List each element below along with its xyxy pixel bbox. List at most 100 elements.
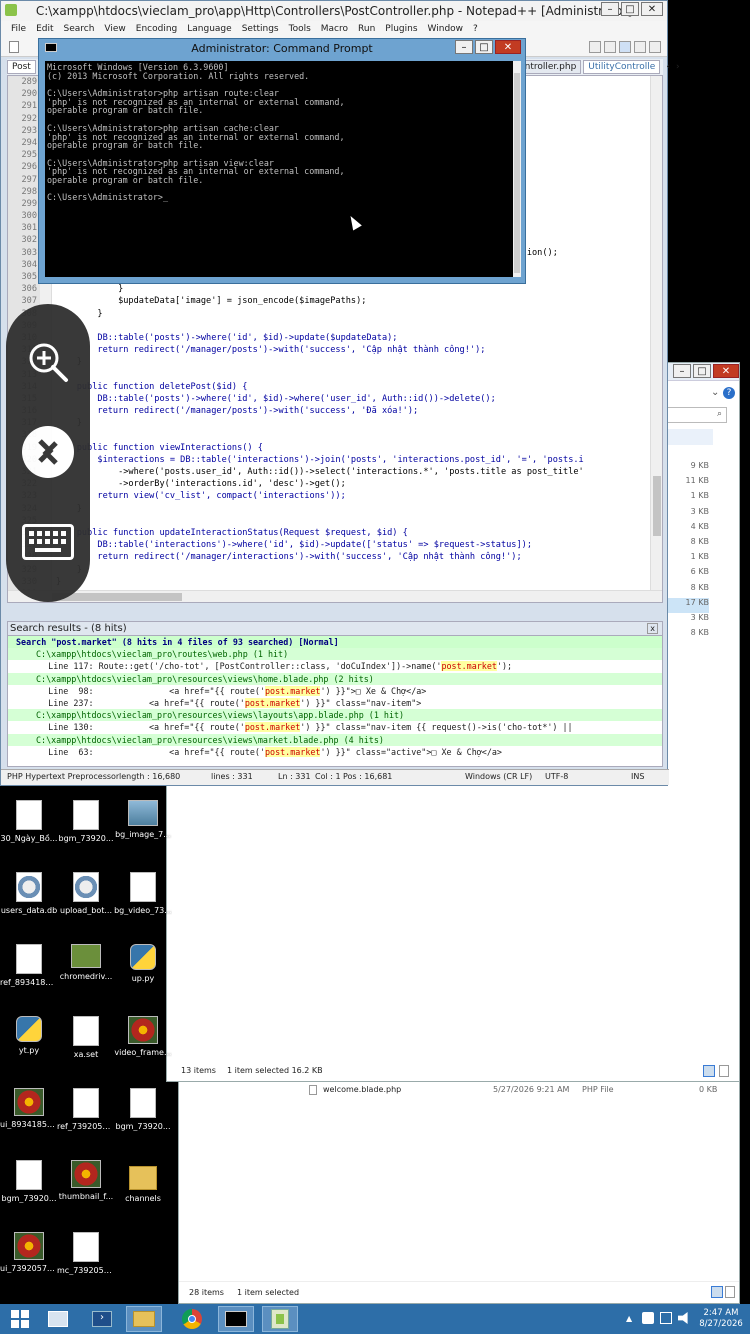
desktop-icon[interactable]: ref_8934185...: [0, 944, 58, 987]
tab-scroll-right-icon[interactable]: ›: [676, 62, 680, 72]
desktop-icon[interactable]: ref_7392057...: [57, 1088, 115, 1131]
desktop-icon[interactable]: chromedriv...: [57, 944, 115, 981]
macro-stop-icon[interactable]: [604, 40, 616, 53]
code-line[interactable]: }: [56, 503, 662, 515]
menu-item-search[interactable]: Search: [64, 24, 95, 34]
desktop-icon[interactable]: video_frame...: [114, 1016, 172, 1057]
menu-item-edit[interactable]: Edit: [36, 24, 53, 34]
menu-item-view[interactable]: View: [104, 24, 125, 34]
search-result-file[interactable]: C:\xampp\htdocs\vieclam_pro\resources\vi…: [8, 672, 662, 685]
maximize-button[interactable]: □: [475, 40, 493, 54]
code-line[interactable]: DB::table('posts')->where('id', $id)->wh…: [56, 393, 662, 405]
code-line[interactable]: }: [56, 564, 662, 576]
code-line[interactable]: $updateData['image'] = json_encode($imag…: [56, 295, 662, 307]
notepad-plus-plus-taskbar-icon[interactable]: [262, 1306, 298, 1332]
zoom-in-icon[interactable]: [26, 340, 70, 384]
code-line[interactable]: return view('cv_list', compact('interact…: [56, 490, 662, 502]
menu-item-settings[interactable]: Settings: [242, 24, 279, 34]
desktop-icon[interactable]: 30_Ngày_Bồ...: [0, 800, 58, 843]
file-explorer-icon[interactable]: [126, 1306, 162, 1332]
minimize-button[interactable]: –: [455, 40, 473, 54]
desktop-icon[interactable]: ui_73920577...: [0, 1232, 58, 1273]
chevron-down-icon[interactable]: ⌄: [711, 387, 719, 398]
desktop-icon[interactable]: up.py: [114, 944, 172, 983]
desktop-icon[interactable]: bg_video_73...: [114, 872, 172, 915]
close-button[interactable]: ✕: [641, 2, 663, 16]
search-results-panel[interactable]: Search results - (8 hits) x Search "post…: [7, 621, 663, 767]
console-scrollbar[interactable]: [513, 61, 521, 277]
search-result-head[interactable]: Search "post.market" (8 hits in 4 files …: [8, 636, 662, 649]
minimize-button[interactable]: –: [601, 2, 619, 16]
code-line[interactable]: return redirect('/manager/posts')->with(…: [56, 405, 662, 417]
scrollbar-thumb[interactable]: [653, 476, 661, 536]
menu-item-file[interactable]: File: [11, 24, 26, 34]
code-line[interactable]: [56, 369, 662, 381]
search-result-hit[interactable]: Line 63: <a href="{{ route('post.market'…: [8, 746, 662, 758]
desktop-icon[interactable]: mc_7392057...: [57, 1232, 115, 1275]
code-line[interactable]: return redirect('/manager/interactions')…: [56, 551, 662, 563]
close-button[interactable]: ✕: [495, 40, 521, 54]
menu-item-run[interactable]: Run: [358, 24, 375, 34]
maximize-button[interactable]: □: [621, 2, 639, 16]
macro-save-icon[interactable]: [649, 40, 661, 53]
help-icon[interactable]: ?: [723, 387, 735, 399]
menu-item-language[interactable]: Language: [187, 24, 231, 34]
search-result-hit[interactable]: Line 130: <a href="{{ route('post.market…: [8, 721, 662, 733]
new-file-icon[interactable]: [9, 40, 19, 53]
desktop-icon[interactable]: ui_89341858...: [0, 1088, 58, 1129]
desktop-icon[interactable]: users_data.db: [0, 872, 58, 915]
code-line[interactable]: $interactions = DB::table('interactions'…: [56, 454, 662, 466]
close-button[interactable]: ✕: [713, 364, 739, 378]
file-row[interactable]: welcome.blade.php 5/27/2026 9:21 AM PHP …: [307, 1084, 727, 1098]
search-input[interactable]: ⌕: [667, 407, 727, 423]
search-result-file[interactable]: C:\xampp\htdocs\vieclam_pro\resources\vi…: [8, 709, 662, 722]
menu-item-window[interactable]: Window: [428, 24, 464, 34]
large-icons-view-icon[interactable]: [725, 1286, 735, 1298]
code-line[interactable]: ->where('posts.user_id', Auth::id())->se…: [56, 466, 662, 478]
code-line[interactable]: public function deletePost($id) {: [56, 381, 662, 393]
clock[interactable]: 2:47 AM 8/27/2026: [696, 1308, 746, 1330]
minimize-button[interactable]: –: [673, 364, 691, 378]
desktop-icon[interactable]: yt.py: [0, 1016, 58, 1055]
menu-item-[interactable]: ?: [473, 24, 478, 34]
code-line[interactable]: [56, 515, 662, 527]
search-result-hit[interactable]: Line 237: <a href="{{ route('post.market…: [8, 697, 662, 709]
code-line[interactable]: public function updateInteractionStatus(…: [56, 527, 662, 539]
powershell-icon[interactable]: ›: [84, 1306, 120, 1332]
network-icon[interactable]: [642, 1312, 654, 1324]
desktop-icon[interactable]: xa.set: [57, 1016, 115, 1059]
code-line[interactable]: DB::table('posts')->where('id', $id)->up…: [56, 332, 662, 344]
macro-run-icon[interactable]: [634, 40, 646, 53]
macro-record-icon[interactable]: [589, 40, 601, 53]
remote-desktop-icon[interactable]: [22, 426, 74, 478]
cmd-taskbar-icon[interactable]: [218, 1306, 254, 1332]
maximize-button[interactable]: □: [693, 364, 711, 378]
server-manager-icon[interactable]: [40, 1306, 76, 1332]
desktop-icon[interactable]: bgm_73920...: [0, 1160, 58, 1203]
code-line[interactable]: }: [56, 576, 662, 588]
desktop-icon[interactable]: bgm_73920...: [114, 1088, 172, 1131]
desktop-icon[interactable]: upload_bot...: [57, 872, 115, 915]
sort-header[interactable]: [667, 429, 713, 445]
large-icons-view-icon[interactable]: [719, 1065, 729, 1077]
desktop-icon[interactable]: channels: [114, 1160, 172, 1203]
code-line[interactable]: [56, 429, 662, 441]
menu-item-plugins[interactable]: Plugins: [385, 24, 417, 34]
tab-scroll-left-icon[interactable]: ‹: [666, 62, 670, 72]
code-line[interactable]: ->orderBy('interactions.id', 'desc')->ge…: [56, 478, 662, 490]
cmd-titlebar[interactable]: Administrator: Command Prompt – □ ✕: [39, 39, 525, 57]
console-output[interactable]: Microsoft Windows [Version 6.3.9600] (c) …: [45, 61, 513, 277]
code-line[interactable]: }: [56, 308, 662, 320]
search-result-file[interactable]: C:\xampp\htdocs\vieclam_pro\resources\vi…: [8, 733, 662, 746]
menu-item-encoding[interactable]: Encoding: [136, 24, 177, 34]
menu-item-macro[interactable]: Macro: [321, 24, 348, 34]
code-line[interactable]: }: [56, 283, 662, 295]
tab-post-controller[interactable]: Post: [7, 60, 36, 74]
search-result-hit[interactable]: Line 98: <a href="{{ route('post.market'…: [8, 685, 662, 697]
desktop-icon[interactable]: bg_image_7...: [114, 800, 172, 839]
horizontal-scrollbar[interactable]: [8, 590, 662, 602]
command-prompt-window[interactable]: Administrator: Command Prompt – □ ✕ Micr…: [38, 38, 526, 284]
show-hidden-icons-icon[interactable]: ▲: [626, 1314, 632, 1323]
code-line[interactable]: }: [56, 417, 662, 429]
vertical-scrollbar[interactable]: [650, 76, 662, 592]
